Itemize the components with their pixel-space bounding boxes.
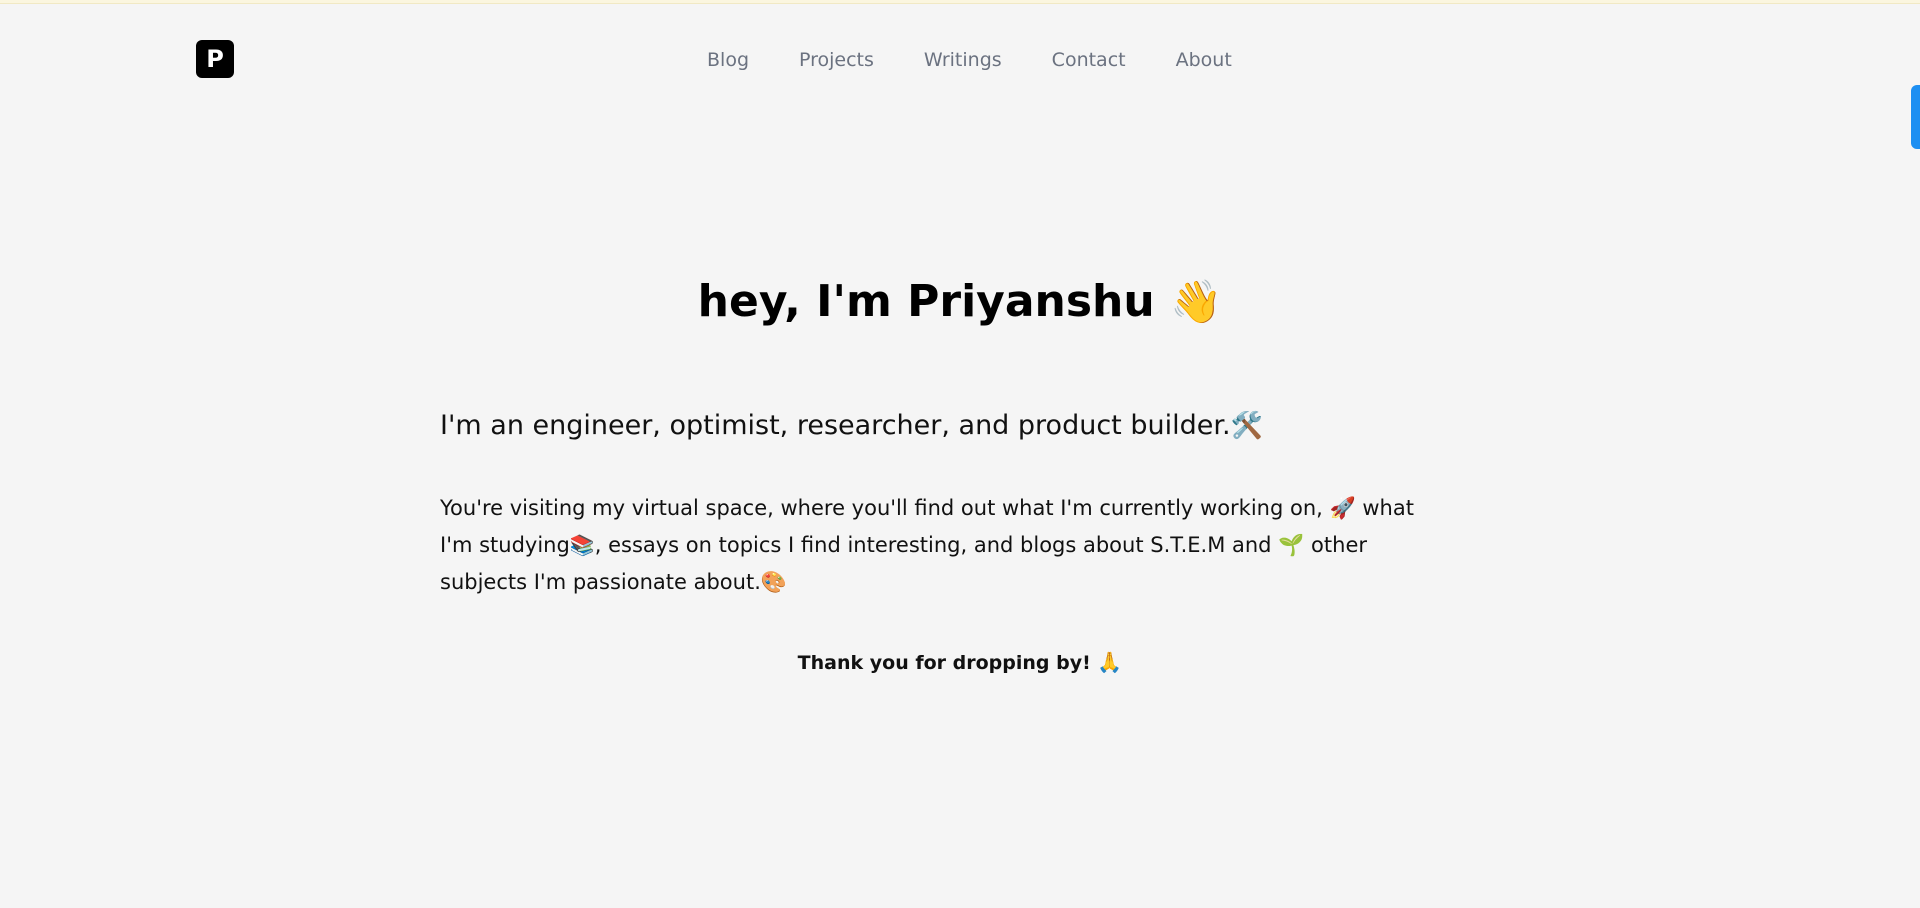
- hero-title: hey, I'm Priyanshu 👋: [0, 272, 1920, 332]
- palette-icon: 🎨: [760, 570, 788, 594]
- site-logo[interactable]: P: [196, 40, 234, 78]
- nav-contact[interactable]: Contact: [1052, 48, 1126, 72]
- nav-blog[interactable]: Blog: [707, 48, 749, 72]
- books-icon: 📚: [569, 533, 595, 557]
- hero-title-text: hey, I'm Priyanshu: [697, 276, 1155, 327]
- nav-writings[interactable]: Writings: [924, 48, 1002, 72]
- nav-about[interactable]: About: [1176, 48, 1232, 72]
- nav-projects[interactable]: Projects: [799, 48, 874, 72]
- waving-hand-icon: 👋: [1170, 277, 1223, 326]
- tools-icon: 🛠️: [1230, 411, 1263, 441]
- tagline: I'm an engineer, optimist, researcher, a…: [440, 406, 1440, 446]
- top-border: [0, 0, 1920, 4]
- bio-text-1: You're visiting my virtual space, where …: [440, 496, 1323, 520]
- side-feedback-tab[interactable]: [1911, 85, 1920, 149]
- bio-paragraph: You're visiting my virtual space, where …: [440, 490, 1440, 601]
- bio-text-3: , essays on topics I find interesting, a…: [594, 533, 1272, 557]
- thanks-note: Thank you for dropping by! 🙏: [0, 648, 1920, 677]
- main-nav: Blog Projects Writings Contact About: [707, 48, 1232, 72]
- seedling-icon: 🌱: [1278, 533, 1305, 557]
- thanks-text: Thank you for dropping by!: [797, 652, 1091, 674]
- folded-hands-icon: 🙏: [1097, 650, 1123, 674]
- rocket-icon: 🚀: [1329, 496, 1356, 520]
- tagline-text: I'm an engineer, optimist, researcher, a…: [440, 410, 1231, 441]
